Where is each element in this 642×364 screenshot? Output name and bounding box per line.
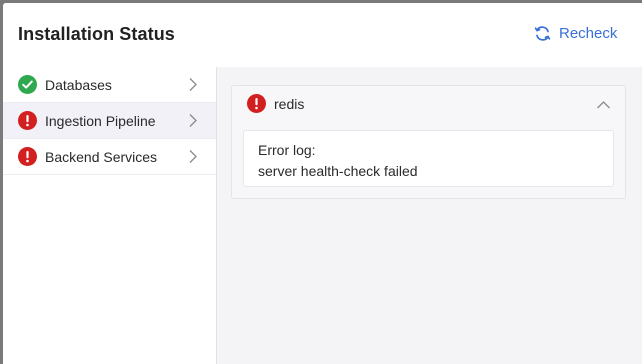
check-circle-icon — [18, 75, 37, 94]
chevron-right-icon — [188, 149, 198, 169]
sidebar-item-label: Databases — [45, 77, 112, 93]
error-log-box: Error log: server health-check failed — [243, 130, 614, 187]
error-circle-icon — [247, 94, 266, 113]
component-sidebar: Databases Ingestion Pipeline Backend Ser… — [3, 67, 217, 364]
service-panel-header[interactable]: redis — [232, 86, 625, 121]
service-name: redis — [274, 96, 305, 112]
recheck-button[interactable]: Recheck — [534, 25, 617, 42]
error-log-heading: Error log: — [258, 142, 316, 158]
chevron-right-icon — [188, 77, 198, 97]
chevron-up-icon[interactable] — [596, 97, 611, 115]
sidebar-item-label: Backend Services — [45, 149, 158, 165]
dialog-header: Installation Status Recheck — [3, 3, 642, 67]
dialog-body: Databases Ingestion Pipeline Backend Ser… — [3, 67, 642, 364]
error-circle-icon — [18, 111, 37, 130]
chevron-right-icon — [188, 113, 198, 133]
service-status-panel: redis Error log: server health-check fai… — [231, 85, 626, 199]
sidebar-item-databases[interactable]: Databases — [3, 67, 216, 103]
error-log-message: server health-check failed — [258, 163, 418, 179]
installation-status-dialog: Installation Status Recheck Databases In… — [3, 3, 642, 364]
sidebar-item-backend-services[interactable]: Backend Services — [3, 139, 216, 175]
sidebar-item-label: Ingestion Pipeline — [45, 113, 156, 129]
dialog-title: Installation Status — [18, 24, 175, 44]
recheck-label: Recheck — [559, 25, 618, 42]
sidebar-item-ingestion-pipeline[interactable]: Ingestion Pipeline — [3, 103, 216, 139]
error-circle-icon — [18, 147, 37, 166]
refresh-icon — [534, 25, 551, 42]
